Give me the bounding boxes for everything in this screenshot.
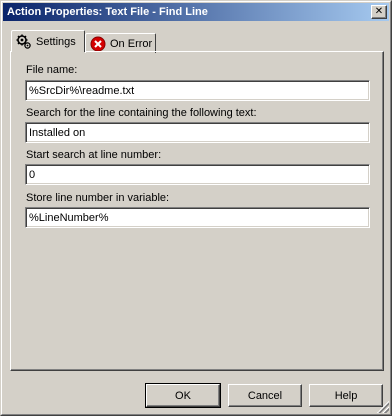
help-button[interactable]: Help [309, 384, 383, 407]
settings-panel [10, 51, 384, 371]
tab-on-error-label: On Error [110, 37, 153, 50]
cancel-button[interactable]: Cancel [228, 384, 302, 407]
window-title: Action Properties: Text File - Find Line [7, 6, 208, 18]
title-bar[interactable]: Action Properties: Text File - Find Line… [3, 3, 389, 21]
error-icon [90, 36, 106, 51]
tab-on-error[interactable]: On Error [85, 33, 156, 53]
ok-button[interactable]: OK [145, 383, 221, 408]
active-tab-joiner [12, 50, 84, 53]
tab-settings-label: Settings [36, 35, 76, 48]
close-icon: ✕ [374, 6, 384, 17]
tab-settings[interactable]: Settings [11, 30, 85, 52]
dialog-window: Action Properties: Text File - Find Line… [0, 0, 392, 416]
gear-icon [16, 34, 31, 49]
resize-grip[interactable] [377, 401, 389, 413]
close-button[interactable]: ✕ [371, 5, 387, 19]
